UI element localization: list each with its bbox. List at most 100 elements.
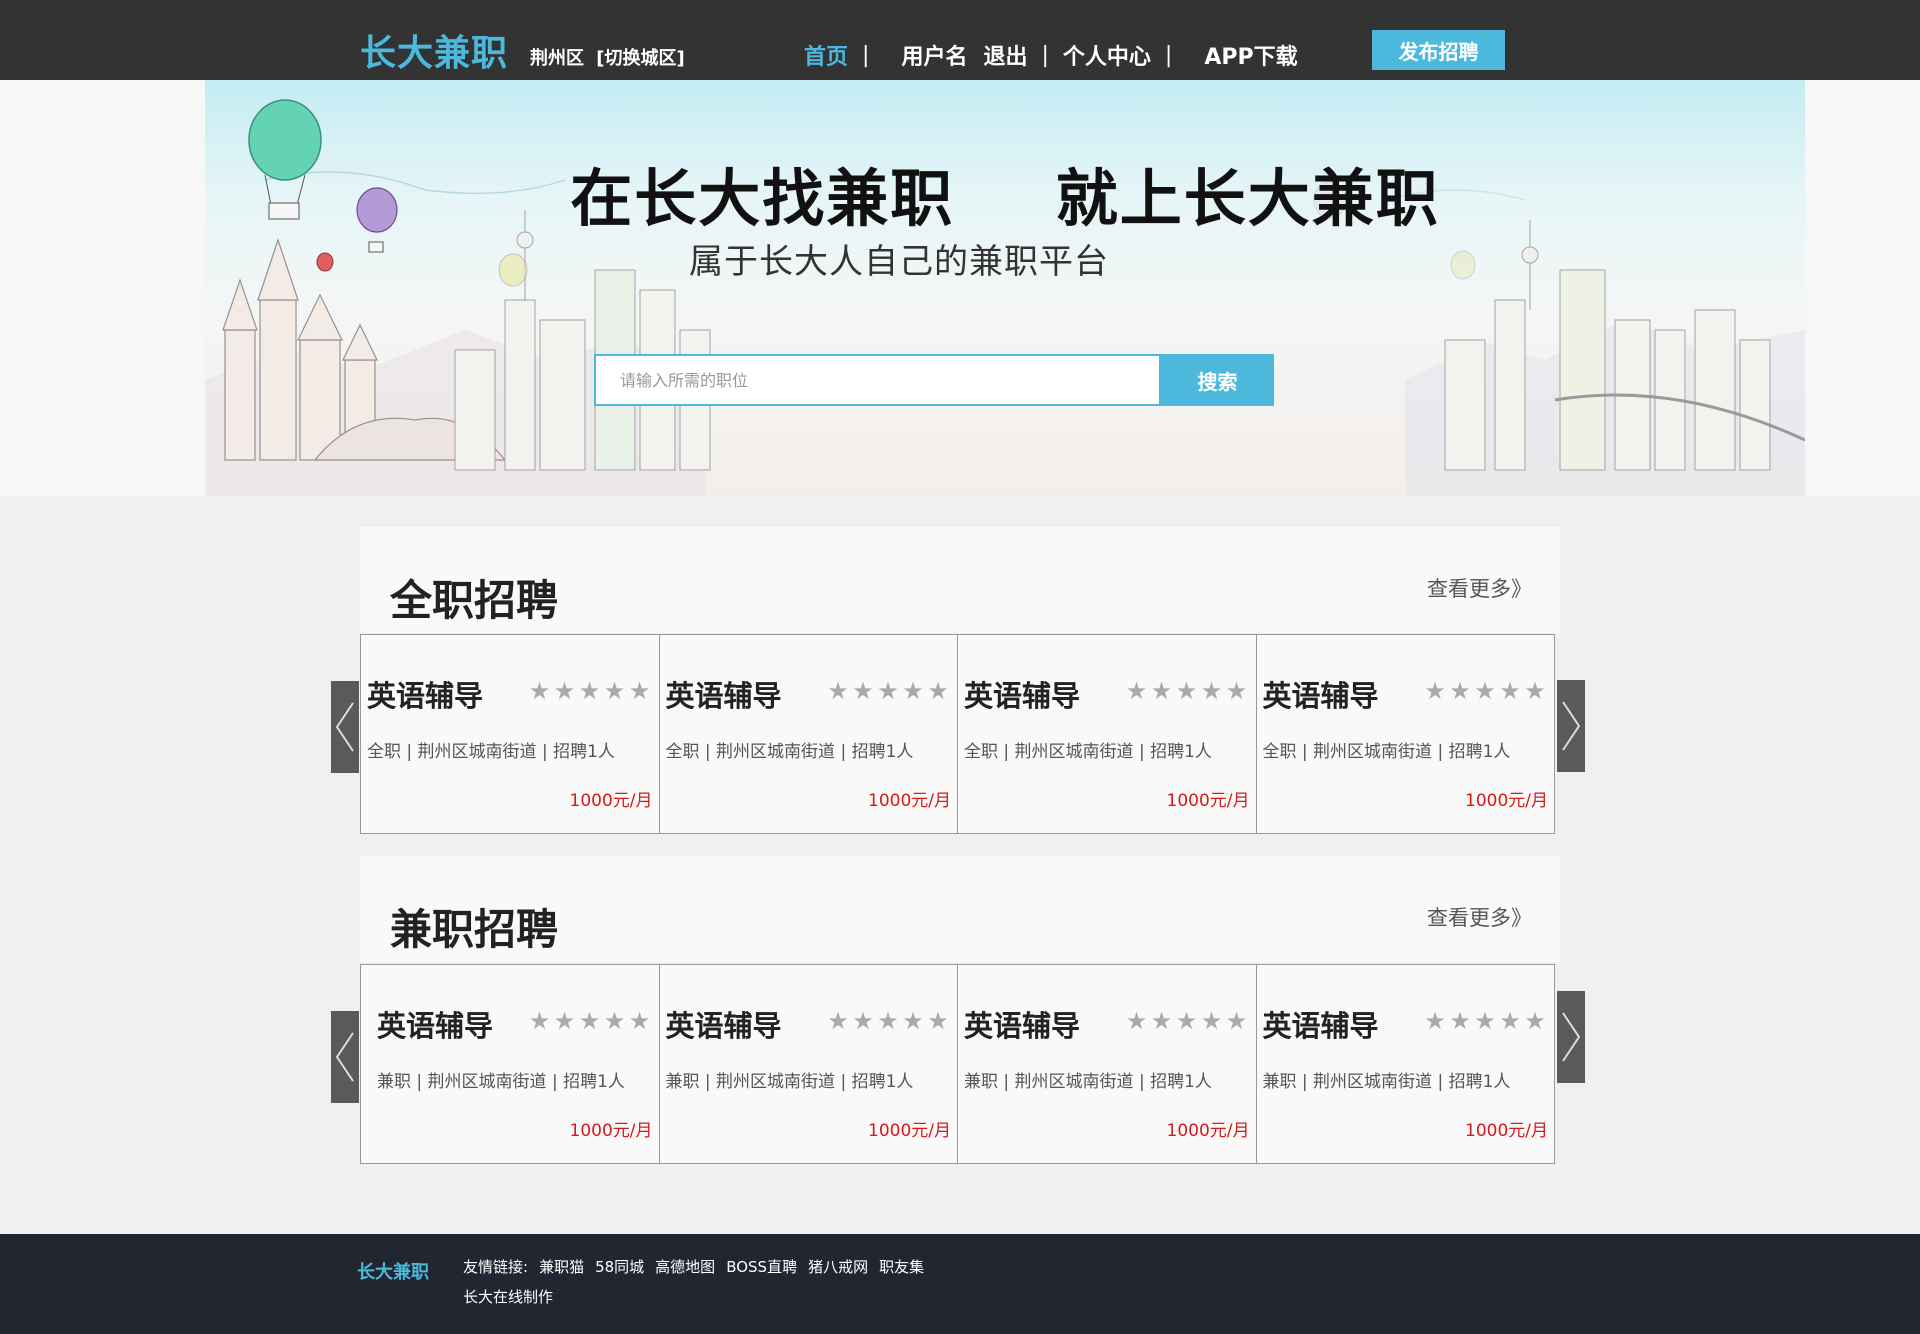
site-logo[interactable]: 长大兼职 <box>360 24 508 76</box>
job-title: 英语辅导 <box>377 1009 494 1043</box>
job-card[interactable]: 英语辅导 ★ ★ ★ ★ ★ 兼职 | 荆州区城南街道 | 招聘1人 1000元/月 <box>658 964 958 1164</box>
job-title: 英语辅导 <box>665 679 782 713</box>
star-icon: ★ <box>827 1007 849 1035</box>
footer-logo[interactable]: 长大兼职 <box>357 1258 429 1284</box>
carousel-prev-button[interactable] <box>331 681 359 773</box>
star-icon: ★ <box>1449 1007 1471 1035</box>
friend-link[interactable]: 58同城 <box>595 1256 644 1277</box>
chevron-right-icon <box>1562 1012 1581 1062</box>
star-icon: ★ <box>1225 1007 1248 1035</box>
nav-app-download[interactable]: APP下载 <box>1204 39 1297 71</box>
hot-air-balloon-icon <box>316 252 334 272</box>
star-icon: ★ <box>1150 677 1173 705</box>
hero-title: 在长大找兼职 就上长大兼职 <box>205 148 1805 238</box>
job-rating: ★ ★ ★ ★ ★ <box>529 1007 651 1035</box>
friend-link[interactable]: 职友集 <box>879 1256 924 1277</box>
star-icon: ★ <box>852 677 874 705</box>
star-icon: ★ <box>1449 677 1471 705</box>
nav-separator: | <box>1041 42 1049 68</box>
friend-link[interactable]: 高德地图 <box>655 1256 715 1277</box>
job-meta: 全职 | 荆州区城南街道 | 招聘1人 <box>665 742 914 762</box>
footer: 长大兼职 友情链接: 兼职猫 58同城 高德地图 BOSS直聘 猪八戒网 职友集… <box>0 1234 1920 1334</box>
star-icon: ★ <box>603 1007 626 1035</box>
footer-credit: 长大在线制作 <box>463 1288 554 1306</box>
job-title: 英语辅导 <box>964 1009 1081 1043</box>
star-icon: ★ <box>902 1007 924 1035</box>
job-salary: 1000元/月 <box>1465 1121 1548 1141</box>
friend-link[interactable]: BOSS直聘 <box>726 1256 797 1277</box>
nav-separator: | <box>862 42 870 68</box>
job-meta: 全职 | 荆州区城南街道 | 招聘1人 <box>964 742 1212 762</box>
star-icon: ★ <box>528 677 551 705</box>
job-salary: 1000元/月 <box>569 791 653 811</box>
friend-links-label: 友情链接: <box>463 1258 529 1276</box>
star-icon: ★ <box>1125 677 1148 705</box>
job-meta: 兼职 | 荆州区城南街道 | 招聘1人 <box>964 1072 1212 1092</box>
nav-profile[interactable]: 个人中心 <box>1063 39 1151 71</box>
nav-logout[interactable]: 退出 <box>983 39 1027 71</box>
job-rating: ★ ★ ★ ★ ★ <box>1126 1007 1248 1035</box>
star-icon: ★ <box>1499 1007 1521 1035</box>
job-rating: ★ ★ ★ ★ ★ <box>528 677 651 705</box>
view-more-link[interactable]: 查看更多》 <box>1427 573 1532 603</box>
star-icon: ★ <box>902 677 924 705</box>
star-icon: ★ <box>628 1007 651 1035</box>
nav-separator: | <box>1164 42 1173 68</box>
job-rating: ★ ★ ★ ★ ★ <box>827 677 949 705</box>
job-salary: 1000元/月 <box>569 1121 653 1141</box>
job-rating: ★ ★ ★ ★ ★ <box>827 1007 949 1035</box>
switch-city-link[interactable]: [切换城区] <box>596 48 684 69</box>
star-icon: ★ <box>1150 1007 1173 1035</box>
job-rating: ★ ★ ★ ★ ★ <box>1424 677 1546 705</box>
hot-air-balloon-icon <box>498 253 528 287</box>
star-icon: ★ <box>927 1007 949 1035</box>
city-skyline-illustration <box>205 99 1805 496</box>
star-icon: ★ <box>1175 677 1198 705</box>
star-icon: ★ <box>1524 1007 1546 1035</box>
star-icon: ★ <box>1225 677 1248 705</box>
top-bar: 长大兼职 荆州区 [切换城区] 首页 | 用户名 退出 | 个人中心 | APP… <box>0 0 1920 80</box>
star-icon: ★ <box>553 677 576 705</box>
current-city: 荆州区 <box>530 48 584 69</box>
job-card[interactable]: 英语辅导 ★ ★ ★ ★ ★ 全职 | 荆州区城南街道 | 招聘1人 1000元/月 <box>658 634 958 834</box>
job-card[interactable]: 英语辅导 ★ ★ ★ ★ ★ 全职 | 荆州区城南街道 | 招聘1人 1000元/月 <box>957 634 1257 834</box>
parttime-job-list: 英语辅导 ★ ★ ★ ★ ★ 兼职 | 荆州区城南街道 | 招聘1人 1000元/月 英… <box>360 964 1555 1164</box>
carousel-prev-button[interactable] <box>331 1011 359 1103</box>
star-icon: ★ <box>1175 1007 1198 1035</box>
nav-username[interactable]: 用户名 <box>901 39 967 71</box>
friend-link[interactable]: 兼职猫 <box>539 1256 584 1277</box>
job-card[interactable]: 英语辅导 ★ ★ ★ ★ ★ 兼职 | 荆州区城南街道 | 招聘1人 1000元/月 <box>1255 964 1555 1164</box>
job-card[interactable]: 英语辅导 ★ ★ ★ ★ ★ 全职 | 荆州区城南街道 | 招聘1人 1000元/月 <box>360 634 660 834</box>
carousel-next-button[interactable] <box>1557 991 1585 1083</box>
star-icon: ★ <box>628 677 651 705</box>
star-icon: ★ <box>578 677 601 705</box>
hero-subtitle: 属于长大人自己的兼职平台 <box>689 242 1109 282</box>
job-title: 英语辅导 <box>964 679 1081 713</box>
nav-home[interactable]: 首页 <box>804 39 848 71</box>
view-more-link[interactable]: 查看更多》 <box>1427 902 1532 932</box>
star-icon: ★ <box>927 677 949 705</box>
search-button[interactable]: 搜索 <box>1161 354 1274 406</box>
job-salary: 1000元/月 <box>1166 791 1250 811</box>
chevron-right-icon <box>1562 701 1581 751</box>
star-icon: ★ <box>1474 677 1496 705</box>
star-icon: ★ <box>1499 677 1521 705</box>
parttime-section-header: 兼职招聘 查看更多》 <box>360 856 1560 962</box>
star-icon: ★ <box>877 1007 899 1035</box>
hot-air-balloon-icon <box>1450 250 1476 280</box>
job-card[interactable]: 英语辅导 ★ ★ ★ ★ ★ 兼职 | 荆州区城南街道 | 招聘1人 1000元/月 <box>360 964 660 1164</box>
job-search-input[interactable] <box>594 354 1161 406</box>
job-card[interactable]: 英语辅导 ★ ★ ★ ★ ★ 兼职 | 荆州区城南街道 | 招聘1人 1000元/月 <box>957 964 1257 1164</box>
star-icon: ★ <box>1200 677 1223 705</box>
friend-link[interactable]: 猪八戒网 <box>808 1256 868 1277</box>
job-card[interactable]: 英语辅导 ★ ★ ★ ★ ★ 全职 | 荆州区城南街道 | 招聘1人 1000元/月 <box>1255 634 1555 834</box>
job-title: 英语辅导 <box>1262 1009 1379 1043</box>
carousel-next-button[interactable] <box>1557 680 1585 772</box>
job-meta: 全职 | 荆州区城南街道 | 招聘1人 <box>1262 742 1511 762</box>
chevron-left-icon <box>335 702 354 752</box>
main-nav: 首页 | 用户名 退出 | 个人中心 | APP下载 <box>804 38 1298 72</box>
star-icon: ★ <box>852 1007 874 1035</box>
star-icon: ★ <box>877 677 899 705</box>
publish-job-button[interactable]: 发布招聘 <box>1372 30 1505 70</box>
hero-title-part1: 在长大找兼职 <box>570 162 955 235</box>
